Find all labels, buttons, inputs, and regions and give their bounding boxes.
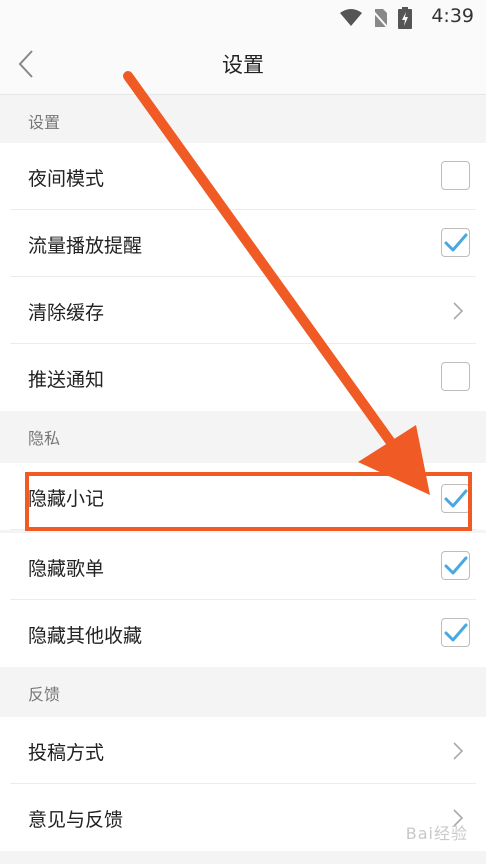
- section-title: 隐私: [28, 429, 61, 448]
- watermark: Bai经验: [405, 824, 468, 843]
- row-label: 清除缓存: [28, 302, 105, 324]
- row-label: 夜间模式: [28, 168, 105, 190]
- row-label: 流量播放提醒: [28, 235, 143, 257]
- section-header-feedback: 反馈: [0, 667, 486, 715]
- data-play-alert-checkbox[interactable]: [441, 228, 470, 257]
- row-clear-cache[interactable]: 清除缓存: [0, 277, 486, 344]
- row-label: 意见与反馈: [28, 809, 124, 831]
- row-label: 投稿方式: [28, 742, 105, 764]
- chevron-right-icon: [453, 302, 464, 320]
- hide-other-favorites-checkbox[interactable]: [441, 618, 470, 647]
- title-bar: 设置: [0, 34, 486, 95]
- annotation-highlight-box: [25, 472, 472, 531]
- wifi-icon: [340, 9, 362, 26]
- row-hide-playlists[interactable]: 隐藏歌单: [0, 533, 486, 600]
- check-icon: [444, 233, 468, 252]
- status-time: 4:39: [431, 5, 474, 27]
- section-title: 反馈: [28, 685, 61, 704]
- section-header-privacy: 隐私: [0, 411, 486, 459]
- hide-playlists-checkbox[interactable]: [441, 551, 470, 580]
- no-sim-icon: [372, 9, 388, 28]
- row-label: 推送通知: [28, 369, 105, 391]
- row-data-play-alert[interactable]: 流量播放提醒: [0, 210, 486, 277]
- row-night-mode[interactable]: 夜间模式: [0, 143, 486, 210]
- status-bar: 4:39: [0, 0, 486, 34]
- check-icon: [444, 623, 468, 642]
- status-icons: [340, 7, 412, 29]
- page-title: 设置: [222, 53, 264, 77]
- chevron-right-icon: [453, 742, 464, 760]
- battery-charging-icon: [398, 7, 412, 29]
- night-mode-checkbox[interactable]: [441, 161, 470, 190]
- push-notification-checkbox[interactable]: [441, 362, 470, 391]
- check-icon: [444, 556, 468, 575]
- row-hide-other-favorites[interactable]: 隐藏其他收藏: [0, 600, 486, 667]
- section-header-settings: 设置: [0, 95, 486, 143]
- row-label: 隐藏其他收藏: [28, 625, 143, 647]
- row-submission-methods[interactable]: 投稿方式: [0, 717, 486, 784]
- row-label: 隐藏歌单: [28, 558, 105, 580]
- row-push-notification[interactable]: 推送通知: [0, 344, 486, 411]
- section-title: 设置: [28, 113, 61, 132]
